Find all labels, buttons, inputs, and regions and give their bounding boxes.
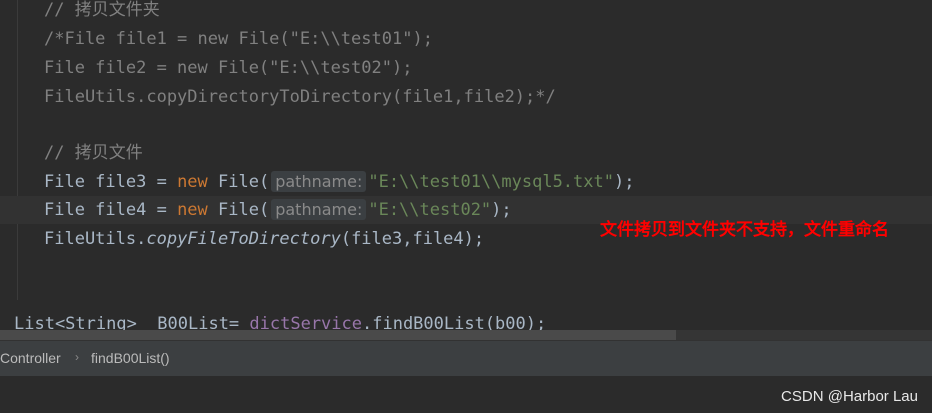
code-line-4[interactable]: FileUtils.copyDirectoryToDirectory(file1… <box>0 83 932 111</box>
keyword-new: new <box>177 200 208 220</box>
code-line-2[interactable]: /*File file1 = new File("E:\\test01"); <box>0 25 932 53</box>
code-line-5[interactable]: // 拷贝文件 <box>0 139 932 167</box>
watermark: CSDN @Harbor Lau <box>781 388 918 405</box>
code-statement: FileUtils.copyFileToDirectory(file3,file… <box>44 225 484 253</box>
code-suffix: (file3,file4); <box>340 229 485 249</box>
comment-text: /*File file1 = new File("E:\\test01"); <box>44 29 433 49</box>
string-literal: "E:\\test02" <box>368 200 492 220</box>
comment-text: File file2 = new File("E:\\test02"); <box>44 58 413 78</box>
code-line-6[interactable]: File file3 = new File(pathname: "E:\\test… <box>0 168 932 196</box>
code-suffix: ); <box>613 172 635 192</box>
comment-text: FileUtils.copyDirectoryToDirectory(file1… <box>44 87 556 107</box>
string-literal: "E:\\test01\\mysql5.txt" <box>368 172 614 192</box>
breadcrumb-item-method[interactable]: findB00List() <box>91 350 170 366</box>
comment-text: // 拷贝文件 <box>44 143 143 163</box>
code-prefix: File file4 = <box>44 200 178 220</box>
code-prefix: FileUtils. <box>44 229 147 249</box>
code-call: File( <box>207 172 270 192</box>
code-editor[interactable]: // 拷贝文件夹 /*File file1 = new File("E:\\te… <box>0 0 932 340</box>
code-call: File( <box>207 200 270 220</box>
code-line-1[interactable]: // 拷贝文件夹 <box>0 0 932 24</box>
parameter-hint: pathname: <box>271 171 367 192</box>
code-statement: File file3 = new File(pathname: "E:\\test… <box>44 168 634 196</box>
breadcrumb-item-class[interactable]: Controller <box>0 350 61 366</box>
chevron-right-icon: › <box>75 350 79 364</box>
static-method: copyFileToDirectory <box>146 229 341 249</box>
keyword-new: new <box>177 172 208 192</box>
horizontal-scrollbar-thumb[interactable] <box>0 330 676 340</box>
code-statement: File file4 = new File(pathname: "E:\\test… <box>44 196 512 224</box>
parameter-hint: pathname: <box>271 199 367 220</box>
code-prefix: File file3 = <box>44 172 178 192</box>
code-line-3[interactable]: File file2 = new File("E:\\test02"); <box>0 54 932 82</box>
horizontal-scrollbar-track[interactable] <box>676 330 932 340</box>
annotation-note: 文件拷贝到文件夹不支持，文件重命名 <box>600 220 889 240</box>
comment-text: // 拷贝文件夹 <box>44 0 160 20</box>
breadcrumb: Controller › findB00List() <box>0 340 932 377</box>
code-suffix: ); <box>491 200 512 220</box>
